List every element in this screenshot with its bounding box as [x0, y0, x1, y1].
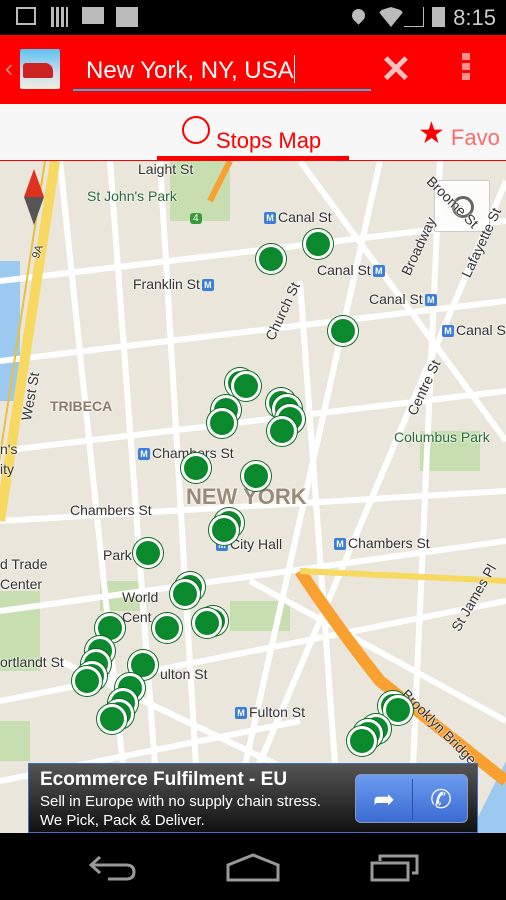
tab-favorites[interactable]: ★ Favo: [418, 116, 500, 151]
park-label: Columbus Park: [394, 429, 490, 445]
map-view[interactable]: Laight St St John's Park 4 M Canal St Bro…: [0, 161, 506, 833]
compass-icon[interactable]: [24, 169, 44, 225]
metro-icon: M: [424, 294, 437, 306]
home-icon[interactable]: [226, 853, 280, 883]
poi-label: City Hall: [230, 536, 283, 552]
navigation-bar: [0, 833, 506, 900]
poi-label: World: [122, 589, 159, 605]
location-icon: [349, 6, 368, 25]
ad-text: We Pick, Pack & Deliver.: [40, 812, 205, 829]
street-label: Canal St: [317, 262, 371, 278]
street-label: ulton St: [160, 666, 208, 682]
stop-marker[interactable]: [170, 579, 200, 609]
battery-icon: [432, 7, 445, 27]
share-arrow-icon[interactable]: ➦: [356, 775, 412, 824]
street-label: Canal St: [456, 322, 506, 338]
tab-bar: Stops Map ★ Favo: [0, 104, 506, 161]
metro-icon: M: [442, 325, 454, 337]
street-label: Canal St: [278, 209, 332, 225]
metro-icon: M: [138, 448, 150, 460]
stop-marker[interactable]: [267, 416, 297, 446]
stop-marker[interactable]: [209, 515, 239, 545]
poi-label: d Trade: [0, 556, 48, 572]
stop-marker[interactable]: [72, 666, 102, 696]
metro-icon: M: [372, 265, 385, 277]
star-icon: ★: [418, 117, 445, 150]
ad-actions: ➦ ✆: [355, 774, 468, 823]
status-bar: 8:15: [0, 0, 506, 35]
wifi-icon: [378, 7, 404, 27]
poi-label: Center: [0, 576, 43, 592]
circle-icon: [182, 116, 210, 144]
street-label: Franklin St: [133, 276, 200, 292]
stop-marker[interactable]: [347, 726, 377, 756]
tab-label: Favo: [450, 125, 500, 150]
phone-icon[interactable]: ✆: [413, 775, 469, 824]
stop-marker[interactable]: [256, 244, 286, 274]
poi-label: ity: [0, 461, 14, 477]
poi-label: n's: [0, 441, 18, 457]
app-logo[interactable]: [20, 49, 60, 89]
app-bar: ‹ New York, NY, USA ✕: [0, 35, 506, 104]
recent-apps-icon[interactable]: [370, 853, 420, 883]
stop-marker[interactable]: [133, 538, 163, 568]
metro-icon: M: [264, 212, 276, 224]
stop-marker[interactable]: [241, 461, 271, 491]
search-input[interactable]: New York, NY, USA: [73, 45, 371, 91]
street-label: Chambers St: [348, 535, 430, 551]
image-icon: [16, 7, 36, 25]
ad-title: Ecommerce Fulfilment - EU: [40, 769, 288, 790]
overflow-menu-icon[interactable]: [462, 53, 470, 83]
street-label: Chambers St: [70, 502, 152, 518]
street-label: ortlandt St: [0, 654, 64, 670]
clipboard-check-icon: [116, 7, 138, 27]
poi-label: Cent: [122, 609, 152, 625]
stop-marker[interactable]: [328, 316, 358, 346]
close-icon[interactable]: ✕: [380, 47, 412, 92]
street-label: Laight St: [138, 161, 194, 177]
stop-marker[interactable]: [152, 613, 182, 643]
metro-icon: M: [201, 279, 214, 291]
metro-icon: M: [334, 538, 346, 550]
ad-text: Sell in Europe with no supply chain stre…: [40, 793, 321, 810]
stop-marker[interactable]: [192, 608, 222, 638]
stop-marker[interactable]: [303, 229, 333, 259]
back-icon[interactable]: [88, 853, 138, 883]
clock: 8:15: [453, 5, 496, 30]
tab-label: Stops Map: [216, 128, 322, 153]
route-shield: 4: [190, 213, 202, 224]
poi-label: Park: [103, 547, 132, 563]
stop-marker[interactable]: [207, 408, 237, 438]
selected-tab-indicator: [157, 156, 349, 160]
stop-marker[interactable]: [181, 453, 211, 483]
stop-marker[interactable]: [231, 371, 261, 401]
street-label: Canal St: [369, 291, 423, 307]
signal-icon: [404, 7, 424, 27]
park-label: St John's Park: [87, 188, 177, 204]
gmail-icon: [82, 7, 104, 24]
metro-icon: M: [235, 707, 247, 719]
street-label: Fulton St: [249, 704, 306, 720]
up-chevron-icon[interactable]: ‹: [5, 55, 13, 83]
barcode-icon: [51, 7, 68, 27]
tab-stops-map[interactable]: Stops Map: [182, 116, 321, 154]
stop-marker[interactable]: [97, 704, 127, 734]
district-label: TRIBECA: [50, 398, 113, 414]
ad-banner[interactable]: Ecommerce Fulfilment - EU Sell in Europe…: [28, 763, 478, 833]
